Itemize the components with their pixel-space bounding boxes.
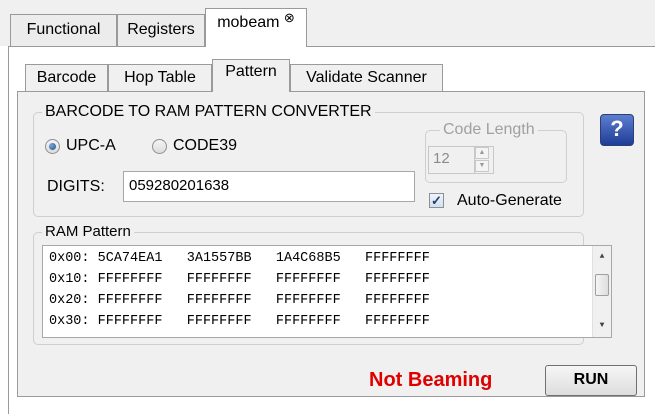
run-button[interactable]: RUN xyxy=(545,365,637,396)
digits-label: DIGITS: xyxy=(47,178,105,195)
scroll-up-icon[interactable]: ▲ xyxy=(593,248,611,266)
tab-close-icon[interactable]: ⊗ xyxy=(284,10,295,25)
radio-upc-a[interactable] xyxy=(45,139,60,154)
ram-pattern-memo[interactable]: 0x00: 5CA74EA1 3A1557BB 1A4C68B5 FFFFFFF… xyxy=(42,245,612,338)
tab-barcode-label: Barcode xyxy=(36,69,97,86)
memo-row: 0x30: FFFFFFFF FFFFFFFF FFFFFFFF FFFFFFF… xyxy=(49,314,430,329)
auto-generate-label[interactable]: Auto-Generate xyxy=(457,192,562,210)
tab-registers-label: Registers xyxy=(127,21,195,38)
radio-upc-a-label[interactable]: UPC-A xyxy=(66,137,116,155)
tab-mobeam[interactable]: mobeam ⊗ xyxy=(205,8,307,47)
beam-status-text: Not Beaming xyxy=(369,369,493,391)
spin-up-icon[interactable]: ▲ xyxy=(475,147,489,159)
memo-row: 0x10: FFFFFFFF FFFFFFFF FFFFFFFF FFFFFFF… xyxy=(49,272,430,287)
digits-input[interactable]: 059280201638 xyxy=(123,171,415,202)
memo-row: 0x20: FFFFFFFF FFFFFFFF FFFFFFFF FFFFFFF… xyxy=(49,293,430,308)
scroll-thumb[interactable] xyxy=(595,274,609,296)
tab-validate-scanner[interactable]: Validate Scanner xyxy=(290,64,443,91)
auto-generate-checkbox[interactable]: ✓ xyxy=(429,193,444,208)
scroll-down-icon[interactable]: ▼ xyxy=(593,317,611,335)
code-length-value: 12 xyxy=(433,150,450,167)
tab-barcode[interactable]: Barcode xyxy=(25,64,108,91)
tab-functional-label: Functional xyxy=(26,21,101,38)
code-length-spinner[interactable]: 12 ▲ ▼ xyxy=(428,146,494,174)
tab-hop-table-label: Hop Table xyxy=(124,69,196,86)
help-icon[interactable]: ? xyxy=(600,114,634,146)
radio-code39[interactable] xyxy=(152,139,167,154)
tab-mobeam-label: mobeam xyxy=(217,14,280,31)
memo-row: 0x00: 5CA74EA1 3A1557BB 1A4C68B5 FFFFFFF… xyxy=(49,251,430,266)
tab-pattern-label: Pattern xyxy=(225,63,277,80)
radio-selected-dot xyxy=(49,143,56,150)
converter-group-title: BARCODE TO RAM PATTERN CONVERTER xyxy=(42,103,375,121)
tab-hop-table[interactable]: Hop Table xyxy=(108,64,212,91)
radio-code39-label[interactable]: CODE39 xyxy=(173,137,237,155)
code-length-title: Code Length xyxy=(440,121,538,139)
memo-scrollbar[interactable]: ▲ ▼ xyxy=(592,246,611,337)
spin-down-icon[interactable]: ▼ xyxy=(475,160,489,172)
spinner-buttons: ▲ ▼ xyxy=(474,147,493,173)
tab-registers[interactable]: Registers xyxy=(117,14,205,46)
checkmark-icon: ✓ xyxy=(431,193,442,208)
ram-pattern-title: RAM Pattern xyxy=(42,223,134,241)
tab-validate-scanner-label: Validate Scanner xyxy=(306,69,427,86)
tab-functional[interactable]: Functional xyxy=(10,14,117,46)
tab-pattern[interactable]: Pattern xyxy=(212,59,290,92)
